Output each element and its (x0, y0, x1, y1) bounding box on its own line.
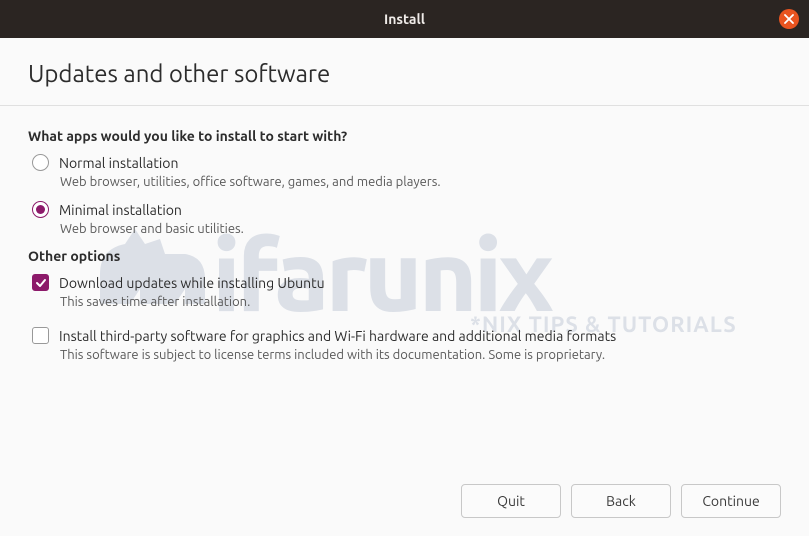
minimal-install-option[interactable]: Minimal installation (32, 201, 781, 218)
third-party-desc: This software is subject to license term… (60, 348, 781, 362)
radio-minimal[interactable] (32, 201, 49, 218)
close-button[interactable] (779, 9, 799, 29)
check-icon (35, 277, 47, 289)
normal-install-option[interactable]: Normal installation (32, 154, 781, 171)
minimal-install-desc: Web browser and basic utilities. (60, 222, 781, 236)
back-button[interactable]: Back (571, 484, 671, 518)
normal-install-label: Normal installation (59, 155, 178, 171)
titlebar: Install (0, 0, 809, 38)
minimal-install-label: Minimal installation (59, 202, 182, 218)
footer-buttons: Quit Back Continue (461, 484, 781, 518)
download-updates-desc: This saves time after installation. (60, 295, 781, 309)
other-options-heading: Other options (28, 248, 781, 264)
checkbox-third-party[interactable] (32, 327, 49, 344)
checkbox-download-updates[interactable] (32, 274, 49, 291)
third-party-label: Install third-party software for graphic… (59, 328, 616, 344)
download-updates-label: Download updates while installing Ubuntu (59, 275, 325, 291)
window-title: Install (384, 11, 425, 27)
continue-button[interactable]: Continue (681, 484, 781, 518)
apps-heading: What apps would you like to install to s… (28, 128, 781, 144)
close-icon (784, 14, 794, 24)
divider (0, 105, 809, 106)
normal-install-desc: Web browser, utilities, office software,… (60, 175, 781, 189)
radio-normal[interactable] (32, 154, 49, 171)
download-updates-option[interactable]: Download updates while installing Ubuntu (32, 274, 781, 291)
page-title: Updates and other software (28, 60, 781, 87)
quit-button[interactable]: Quit (461, 484, 561, 518)
third-party-option[interactable]: Install third-party software for graphic… (32, 327, 781, 344)
